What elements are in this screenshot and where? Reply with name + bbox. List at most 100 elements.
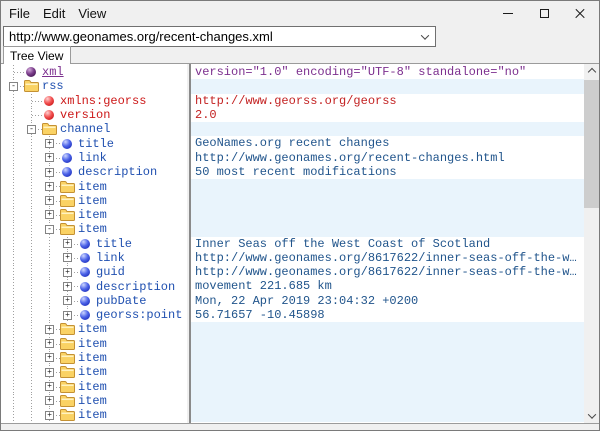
tree-node[interactable]: +title [5, 237, 187, 251]
tree-node[interactable]: +item [5, 408, 187, 422]
xml-tree: xml-rssxmlns:georssversion-channel+title… [1, 64, 187, 423]
tree-node-label: item [78, 222, 107, 236]
address-input[interactable] [4, 29, 415, 44]
tree-node[interactable]: +item [5, 351, 187, 365]
tree-node[interactable]: - item [5, 222, 187, 236]
expander-plus-icon[interactable]: + [45, 210, 54, 219]
expander-plus-icon[interactable]: + [45, 382, 54, 391]
tree-node[interactable]: +link [5, 251, 187, 265]
tree-guide [5, 265, 23, 279]
tree-node[interactable]: +title [5, 136, 187, 150]
scroll-down-button[interactable] [584, 408, 599, 423]
expander-plus-icon[interactable]: + [45, 368, 54, 377]
expander-plus-icon[interactable]: + [45, 153, 54, 162]
tree-guide: + [41, 208, 59, 222]
expander-plus-icon[interactable]: + [63, 239, 72, 248]
value-row [191, 408, 584, 422]
expander-minus-icon[interactable]: - [9, 82, 18, 91]
tree-guide [23, 194, 41, 208]
tree-node[interactable]: +link [5, 151, 187, 165]
element-icon [77, 280, 93, 294]
expander-plus-icon[interactable]: + [45, 182, 54, 191]
value-row: http://www.geonames.org/recent-changes.h… [191, 151, 584, 165]
minimize-button[interactable] [490, 1, 526, 25]
expander-plus-icon[interactable]: + [45, 411, 54, 420]
menu-file[interactable]: File [9, 6, 30, 21]
tree-guide [41, 237, 59, 251]
expander-plus-icon[interactable]: + [63, 311, 72, 320]
tree-node[interactable]: + item [5, 394, 187, 408]
tree-node[interactable]: + item [5, 208, 187, 222]
tree-node[interactable]: -channel [5, 122, 187, 136]
expander-plus-icon[interactable]: + [45, 325, 54, 334]
expander-minus-icon[interactable]: - [27, 125, 36, 134]
value-row: Mon, 22 Apr 2019 23:04:32 +0200 [191, 294, 584, 308]
value-row [191, 337, 584, 351]
maximize-button[interactable] [526, 1, 562, 25]
tree-node[interactable]: +item [5, 365, 187, 379]
scrollbar-track[interactable] [584, 79, 599, 408]
tree-node[interactable]: +pubDate [5, 294, 187, 308]
menu-view[interactable]: View [78, 6, 106, 21]
expander-plus-icon[interactable]: + [45, 139, 54, 148]
expander-plus-icon[interactable]: + [45, 339, 54, 348]
value-row [191, 351, 584, 365]
tree-node[interactable]: +guid [5, 265, 187, 279]
tree-guide: - [23, 122, 41, 136]
tree-node[interactable]: +item [5, 194, 187, 208]
tab-tree-view[interactable]: Tree View [3, 46, 71, 64]
menu-edit[interactable]: Edit [43, 6, 65, 21]
tree-node[interactable]: xmlns:georss [5, 94, 187, 108]
tree-node[interactable]: + item [5, 380, 187, 394]
folder-icon [23, 79, 39, 93]
expander-plus-icon[interactable]: + [45, 196, 54, 205]
scroll-up-button[interactable] [584, 64, 599, 79]
tree-node-label: item [78, 208, 107, 222]
element-icon [59, 151, 75, 165]
tree-guide [23, 322, 41, 336]
value-row: http://www.geonames.org/8617622/inner-se… [191, 251, 584, 265]
expander-minus-icon[interactable]: - [45, 225, 54, 234]
expander-plus-icon[interactable]: + [45, 396, 54, 405]
tree-node-label: description [96, 280, 175, 294]
expander-plus-icon[interactable]: + [63, 296, 72, 305]
address-dropdown-button[interactable] [415, 27, 435, 46]
vertical-scrollbar[interactable] [584, 64, 599, 423]
chevron-up-icon [587, 67, 595, 75]
tree-node[interactable]: +item [5, 179, 187, 193]
expander-plus-icon[interactable]: + [63, 268, 72, 277]
bottom-frame [1, 423, 599, 430]
expander-plus-icon[interactable]: + [63, 253, 72, 262]
close-button[interactable] [562, 1, 598, 25]
tree-guide: - [5, 79, 23, 93]
tree-guide [23, 308, 41, 322]
tree-node[interactable]: +item [5, 337, 187, 351]
tree-node[interactable]: + description [5, 279, 187, 293]
tree-node[interactable]: + georss:point [5, 308, 187, 322]
value-row: 2.0 [191, 108, 584, 122]
scrollbar-thumb[interactable] [584, 80, 599, 208]
menu-bar: File Edit View [1, 1, 489, 25]
tree-node-label: item [78, 380, 107, 394]
tree-node-label: georss:point [96, 308, 182, 322]
tree-guide [5, 279, 23, 293]
tab-strip: Tree View [3, 46, 71, 64]
tree-node[interactable]: - rss [5, 79, 187, 93]
tree-guide [23, 394, 41, 408]
expander-plus-icon[interactable]: + [63, 282, 72, 291]
tree-node-label: item [78, 394, 107, 408]
value-row [191, 79, 584, 93]
tree-guide: + [41, 408, 59, 422]
tree-node[interactable]: version [5, 108, 187, 122]
tree-node[interactable]: +description [5, 165, 187, 179]
tree-guide [23, 108, 41, 122]
tree-guide [5, 222, 23, 236]
tree-node[interactable]: xml [5, 65, 187, 79]
expander-plus-icon[interactable]: + [45, 353, 54, 362]
tree-node[interactable]: +item [5, 322, 187, 336]
tree-node-label: rss [42, 79, 64, 93]
value-row: 50 most recent modifications [191, 165, 584, 179]
tree-guide [5, 322, 23, 336]
expander-plus-icon[interactable]: + [45, 168, 54, 177]
tree-guide: + [41, 394, 59, 408]
